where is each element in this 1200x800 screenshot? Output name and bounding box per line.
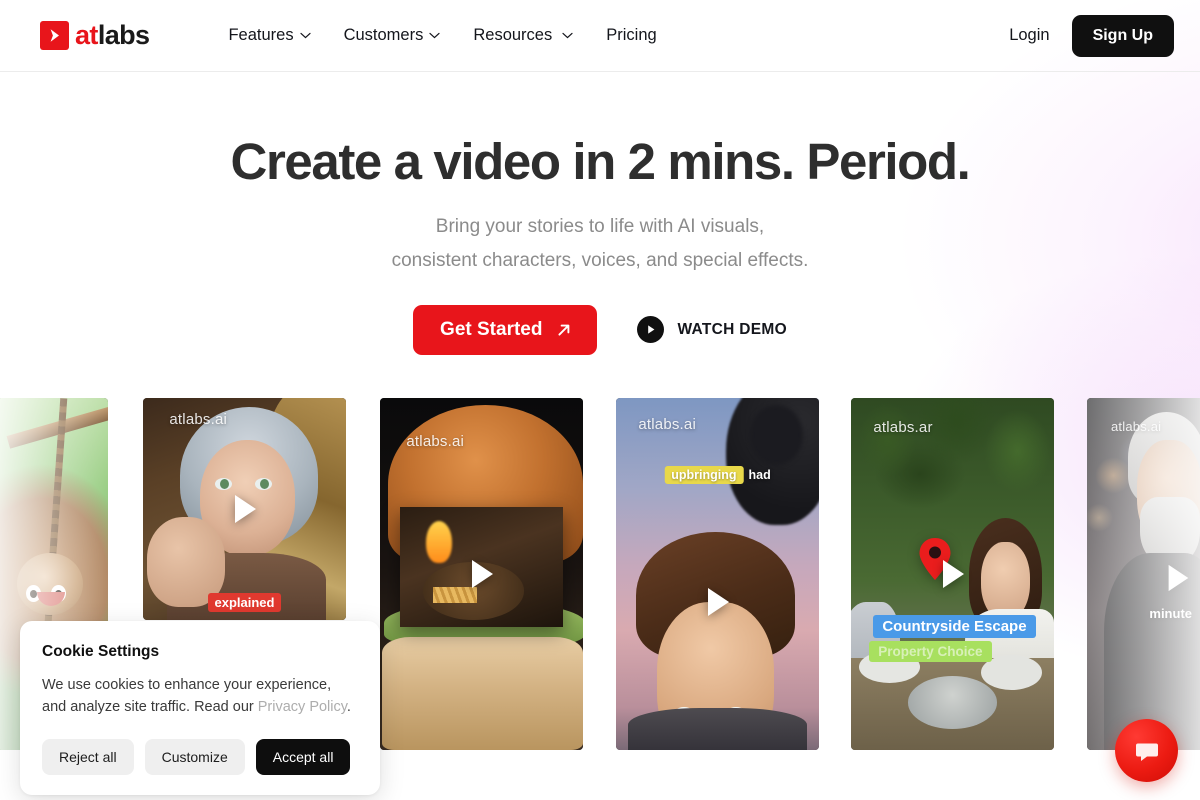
reject-all-button[interactable]: Reject all	[42, 739, 134, 776]
chevron-down-icon	[429, 32, 440, 39]
cookie-text-suffix: .	[346, 699, 351, 716]
arrow-up-right-icon	[558, 324, 570, 336]
cookie-banner-title: Cookie Settings	[42, 643, 160, 660]
get-started-button[interactable]: Get Started	[413, 304, 598, 355]
decor-hand	[147, 516, 226, 607]
nav-label-customers: Customers	[343, 26, 424, 44]
decor-eye	[255, 478, 273, 491]
chat-bubble-icon	[1135, 743, 1158, 761]
play-circle-icon	[637, 316, 665, 344]
customize-button[interactable]: Customize	[144, 739, 245, 776]
decor-eye	[215, 478, 233, 491]
chevron-down-icon	[562, 32, 573, 39]
caption-text-had: had	[748, 468, 771, 482]
decor-inner-video	[400, 507, 563, 627]
hero-subtitle: Bring your stories to life with AI visua…	[0, 210, 1200, 278]
video-card-bearded-man[interactable]: atlabs.ai minute	[1087, 398, 1200, 750]
location-pin-icon	[908, 532, 962, 586]
video-card-elderly-woman[interactable]: atlabs.ai explained	[143, 398, 346, 620]
cookie-settings-banner: Cookie Settings We use cookies to enhanc…	[20, 621, 380, 796]
cookie-text-prefix: and analyze site traffic. Read our	[42, 699, 258, 716]
chevron-down-icon	[299, 32, 311, 39]
watch-demo-button[interactable]: WATCH DEMO	[637, 316, 787, 344]
video-card-animated-boy[interactable]: atlabs.ai upbringing had	[616, 398, 819, 750]
nav-label-resources: Resources	[473, 26, 553, 44]
sign-up-button[interactable]: Sign Up	[1071, 14, 1174, 57]
decor-bread	[382, 637, 583, 750]
privacy-policy-link[interactable]: Privacy Policy	[258, 699, 347, 715]
video-card-burger[interactable]: atlabs.ai	[380, 398, 583, 750]
logo-text-labs: labs	[97, 20, 150, 50]
decor-tree	[750, 405, 803, 465]
card-thumbnail	[616, 398, 819, 750]
logo-text-at: at	[75, 20, 98, 50]
logo-text: atlabs	[75, 20, 150, 50]
card-thumbnail	[143, 398, 346, 620]
nav-item-features[interactable]: Features	[228, 26, 311, 45]
card-thumbnail	[1087, 398, 1200, 750]
hero-section: Create a video in 2 mins. Period. Bring …	[0, 72, 1200, 355]
play-triangle-icon	[40, 21, 69, 50]
nav-label-features: Features	[228, 26, 294, 44]
caption-chip-upbringing: upbringing	[664, 466, 744, 484]
accept-all-button[interactable]: Accept all	[255, 739, 351, 776]
landing-page: atlabs Features Customers Resources Pric…	[0, 0, 1200, 800]
nav-item-customers[interactable]: Customers	[344, 26, 441, 45]
page-title: Create a video in 2 mins. Period.	[230, 133, 971, 190]
cookie-banner-text: We use cookies to enhance your experienc…	[42, 674, 358, 718]
nav-item-pricing[interactable]: Pricing	[606, 26, 656, 45]
decor-fries	[432, 586, 477, 603]
hero-cta-row: Get Started WATCH DEMO	[0, 304, 1200, 355]
watch-demo-label: WATCH DEMO	[677, 320, 787, 338]
decor-plate	[980, 654, 1042, 691]
decor-plate	[859, 651, 920, 684]
video-card-countryside[interactable]: atlabs.ar Countryside Escape Property Ch…	[851, 398, 1054, 750]
cookie-banner-actions: Reject all Customize Accept all	[42, 739, 358, 776]
caption-group: upbringing had	[664, 466, 771, 484]
hero-subtitle-line1: Bring your stories to life with AI visua…	[435, 216, 765, 238]
header-actions: Login Sign Up	[1009, 14, 1174, 57]
cookie-text-line1: We use cookies to enhance your experienc…	[42, 677, 332, 693]
cookie-text-line2: and analyze site traffic. Read our Priva…	[42, 696, 358, 718]
decor-flame	[426, 521, 453, 564]
decor-mouth	[36, 591, 65, 606]
main-nav: Features Customers Resources Pricing	[228, 26, 656, 45]
nav-item-resources[interactable]: Resources	[473, 26, 573, 45]
decor-bowl	[907, 676, 998, 729]
decor-monkey-head	[16, 552, 83, 615]
site-header: atlabs Features Customers Resources Pric…	[0, 0, 1200, 72]
caption-text-minute: minute	[1149, 605, 1193, 621]
decor-face	[980, 542, 1030, 620]
nav-label-pricing: Pricing	[606, 26, 657, 44]
decor-shirt	[628, 707, 807, 750]
logo[interactable]: atlabs	[40, 20, 150, 50]
chat-widget-button[interactable]	[1115, 719, 1178, 782]
login-link[interactable]: Login	[1009, 26, 1049, 45]
hero-subtitle-line2: consistent characters, voices, and speci…	[391, 249, 809, 271]
get-started-label: Get Started	[440, 318, 543, 340]
card-thumbnail	[380, 398, 583, 750]
